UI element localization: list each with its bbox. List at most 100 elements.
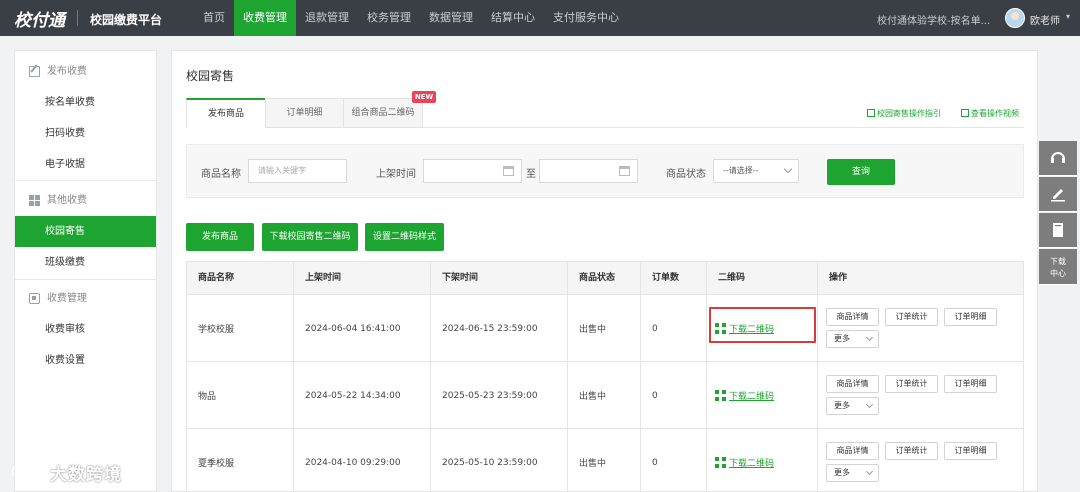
set-qrcode-style-button[interactable]: 设置二维码样式 bbox=[365, 223, 444, 251]
end-date-input[interactable] bbox=[539, 159, 638, 183]
order-detail-button[interactable]: 订单明细 bbox=[944, 308, 997, 326]
logo-divider bbox=[77, 10, 78, 26]
sidebar-group-charge-management: 收费管理 bbox=[15, 285, 156, 313]
nav-school-affairs[interactable]: 校务管理 bbox=[358, 0, 420, 36]
actions-cell: 商品详情 订单统计 订单明细 更多 bbox=[818, 362, 1023, 429]
order-stats-button[interactable]: 订单统计 bbox=[885, 308, 938, 326]
app-logo[interactable]: 校付通 bbox=[14, 6, 65, 31]
sidebar-group-label: 其他收费 bbox=[47, 195, 87, 206]
nav-data-management[interactable]: 数据管理 bbox=[420, 0, 482, 36]
order-detail-button[interactable]: 订单明细 bbox=[944, 442, 997, 460]
order-stats-button[interactable]: 订单统计 bbox=[885, 442, 938, 460]
off-shelf-time: 2024-06-15 23:59:00 bbox=[431, 295, 568, 362]
avatar[interactable] bbox=[1005, 8, 1025, 28]
tab-publish-goods[interactable]: 发布商品 bbox=[186, 98, 266, 129]
more-select[interactable]: 更多 bbox=[826, 397, 879, 415]
main-panel: 校园寄售 发布商品 订单明细 组合商品二维码 NEW 校园寄售操作指引 查看操作… bbox=[171, 50, 1038, 492]
video-icon bbox=[961, 109, 969, 117]
download-qrcode-link[interactable]: 下载二维码 bbox=[715, 456, 774, 469]
sidebar-item-class-payment[interactable]: 班级缴费 bbox=[15, 247, 156, 278]
goods-name: 学校校服 bbox=[187, 295, 294, 362]
platform-title: 校园缴费平台 bbox=[90, 13, 163, 27]
off-shelf-time: 2025-05-10 23:59:00 bbox=[431, 429, 568, 492]
sidebar-group-label: 收费管理 bbox=[47, 293, 87, 304]
to-label: 至 bbox=[526, 169, 536, 180]
sidebar-item-e-receipt[interactable]: 电子收据 bbox=[15, 149, 156, 180]
on-shelf-time: 2024-06-04 16:41:00 bbox=[294, 295, 431, 362]
order-stats-button[interactable]: 订单统计 bbox=[885, 375, 938, 393]
download-qrcode-button[interactable]: 下载校园寄售二维码 bbox=[262, 223, 358, 251]
chevron-down-icon[interactable]: ▾ bbox=[1066, 12, 1070, 21]
sidebar-item-charge-review[interactable]: 收费审核 bbox=[15, 314, 156, 345]
order-count: 0 bbox=[641, 429, 707, 492]
actions-cell: 商品详情 订单统计 订单明细 更多 bbox=[818, 295, 1023, 362]
qrcode-cell: 下载二维码 bbox=[707, 362, 818, 429]
manual-button[interactable] bbox=[1039, 213, 1077, 248]
goods-name: 夏季校服 bbox=[187, 429, 294, 492]
publish-goods-button[interactable]: 发布商品 bbox=[186, 223, 254, 251]
top-bar: 校付通 校园缴费平台 首页 收费管理 退款管理 校务管理 数据管理 结算中心 支… bbox=[0, 0, 1080, 36]
tab-order-details[interactable]: 订单明细 bbox=[265, 98, 344, 128]
search-panel: 商品名称 请输入关键字 上架时间 至 商品状态 --请选择-- 查询 bbox=[186, 144, 1024, 198]
on-shelf-time: 2024-05-22 14:34:00 bbox=[294, 362, 431, 429]
new-badge: NEW bbox=[412, 91, 436, 103]
table-row: 夏季校服 2024-04-10 09:29:00 2025-05-10 23:5… bbox=[187, 429, 1023, 492]
nav-payment-service[interactable]: 支付服务中心 bbox=[544, 0, 628, 36]
download-center-button[interactable]: 下载中心 bbox=[1039, 249, 1077, 285]
actions-cell: 商品详情 订单统计 订单明细 更多 bbox=[818, 429, 1023, 492]
goods-status: 出售中 bbox=[568, 295, 641, 362]
guide-link[interactable]: 校园寄售操作指引 bbox=[867, 108, 941, 119]
book-icon bbox=[1053, 223, 1063, 237]
more-select[interactable]: 更多 bbox=[826, 330, 879, 348]
highlight-box bbox=[709, 307, 816, 343]
feedback-button[interactable] bbox=[1039, 177, 1077, 212]
nav-settlement-center[interactable]: 结算中心 bbox=[482, 0, 544, 36]
calendar-icon[interactable] bbox=[619, 166, 630, 176]
status-label: 商品状态 bbox=[666, 169, 706, 180]
off-shelf-time: 2025-05-23 23:59:00 bbox=[431, 362, 568, 429]
col-order-count: 订单数 bbox=[641, 262, 707, 295]
school-selector[interactable]: 校付通体验学校-按名单... bbox=[877, 12, 990, 27]
goods-table: 商品名称 上架时间 下架时间 商品状态 订单数 二维码 操作 学校校服 2024… bbox=[186, 261, 1024, 492]
goods-detail-button[interactable]: 商品详情 bbox=[826, 442, 879, 460]
tab-combo-qrcode[interactable]: 组合商品二维码 bbox=[343, 98, 423, 128]
status-select[interactable]: --请选择-- bbox=[713, 159, 799, 183]
col-actions: 操作 bbox=[829, 273, 848, 283]
goods-name: 物品 bbox=[187, 362, 294, 429]
sidebar-item-list-charge[interactable]: 按名单收费 bbox=[15, 87, 156, 118]
sidebar-item-scan-charge[interactable]: 扫码收费 bbox=[15, 118, 156, 149]
goods-status: 出售中 bbox=[568, 429, 641, 492]
order-detail-button[interactable]: 订单明细 bbox=[944, 375, 997, 393]
pen-icon bbox=[1051, 189, 1065, 202]
calendar-icon[interactable] bbox=[503, 166, 514, 176]
more-select[interactable]: 更多 bbox=[826, 464, 879, 482]
watermark-text: 大数跨境 bbox=[50, 465, 122, 485]
sidebar-item-campus-consignment[interactable]: 校园寄售 bbox=[15, 216, 156, 247]
sidebar: 发布收费 按名单收费 扫码收费 电子收据 其他收费 校园寄售 班级缴费 收费管理… bbox=[14, 50, 157, 492]
nav-charge-management[interactable]: 收费管理 bbox=[234, 0, 296, 36]
start-date-input[interactable] bbox=[423, 159, 522, 183]
on-shelf-time: 2024-04-10 09:29:00 bbox=[294, 429, 431, 492]
sidebar-item-charge-settings[interactable]: 收费设置 bbox=[15, 345, 156, 376]
qrcode-icon bbox=[715, 390, 726, 401]
box-icon bbox=[29, 293, 40, 304]
col-qrcode: 二维码 bbox=[707, 262, 818, 295]
goods-detail-button[interactable]: 商品详情 bbox=[826, 375, 879, 393]
video-link[interactable]: 查看操作视频 bbox=[961, 108, 1019, 119]
name-input[interactable]: 请输入关键字 bbox=[248, 159, 347, 183]
goods-detail-button[interactable]: 商品详情 bbox=[826, 308, 879, 326]
download-qrcode-link[interactable]: 下载二维码 bbox=[715, 389, 774, 402]
main-nav: 首页 收费管理 退款管理 校务管理 数据管理 结算中心 支付服务中心 bbox=[194, 0, 628, 36]
table-row: 物品 2024-05-22 14:34:00 2025-05-23 23:59:… bbox=[187, 362, 1023, 429]
col-on-shelf-time: 上架时间 bbox=[294, 262, 431, 295]
nav-refund-management[interactable]: 退款管理 bbox=[296, 0, 358, 36]
nav-home[interactable]: 首页 bbox=[194, 0, 234, 36]
user-name[interactable]: 欧老师 bbox=[1030, 12, 1060, 27]
query-button[interactable]: 查询 bbox=[827, 159, 895, 185]
page-title: 校园寄售 bbox=[186, 69, 235, 83]
qrcode-cell: 下载二维码 bbox=[707, 429, 818, 492]
headset-icon bbox=[1051, 152, 1065, 163]
name-label: 商品名称 bbox=[201, 169, 241, 180]
col-off-shelf-time: 下架时间 bbox=[431, 262, 568, 295]
customer-service-button[interactable] bbox=[1039, 141, 1077, 176]
